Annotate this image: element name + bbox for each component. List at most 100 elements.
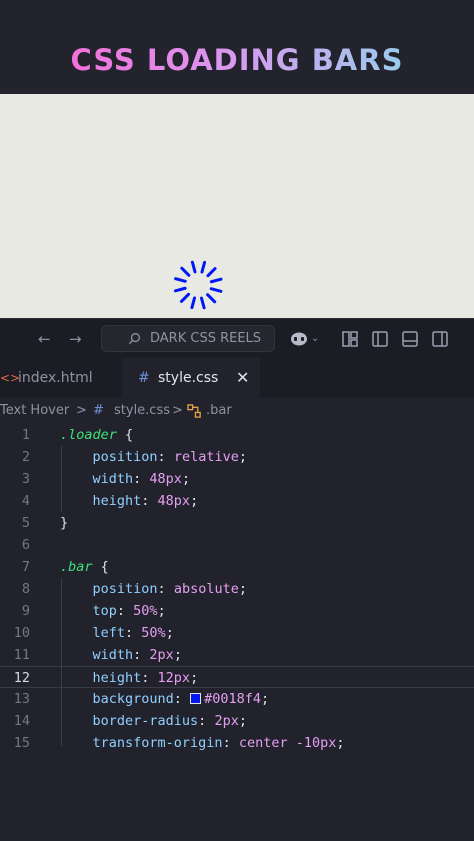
breadcrumb-separator: > (76, 403, 87, 418)
code-line[interactable]: 14 border-radius: 2px; (0, 710, 474, 732)
tab-index-html[interactable]: <> index.html (0, 358, 122, 398)
code-token: #0018f4 (204, 691, 261, 707)
code-token: : (222, 735, 239, 751)
code-text: left: 50%; (60, 622, 174, 644)
code-line[interactable]: 6 (0, 534, 474, 556)
line-number: 2 (21, 449, 30, 465)
code-text: .loader { (60, 424, 133, 446)
spinner-bar (209, 277, 223, 284)
code-token: ; (238, 581, 247, 597)
code-token: width (60, 471, 134, 487)
code-token: : (173, 691, 191, 707)
code-token: : (116, 603, 134, 619)
code-token: top (60, 603, 117, 619)
code-token: position (60, 449, 158, 465)
code-line[interactable]: 15 transform-origin: center -10px; (0, 732, 474, 754)
code-text: height: 12px; (60, 667, 199, 689)
breadcrumb-separator: > (172, 403, 183, 418)
code-line[interactable]: 10 left: 50%; (0, 622, 474, 644)
code-text: height: 48px; (60, 490, 199, 512)
line-number: 7 (21, 559, 30, 575)
code-token: ; (173, 647, 182, 663)
tab-bar: <> index.html # style.css ✕ (0, 358, 474, 398)
code-token: 2px (214, 713, 239, 729)
code-token: height (60, 493, 142, 509)
search-icon (128, 333, 140, 345)
code-token: : (125, 625, 142, 641)
command-search-box[interactable]: DARK CSS REELS (101, 325, 275, 352)
code-line[interactable]: 9 top: 50%; (0, 600, 474, 622)
code-text: } (60, 512, 68, 534)
code-text: transform-origin: center -10px; (60, 732, 345, 754)
code-token: relative (173, 449, 239, 465)
code-line[interactable]: 4 height: 48px; (0, 490, 474, 512)
toggle-sidebar-icon[interactable] (372, 331, 388, 347)
code-line[interactable]: 8 position: absolute; (0, 578, 474, 600)
breadcrumb-item[interactable]: style.css (114, 398, 170, 424)
code-token: { (92, 559, 109, 575)
code-line[interactable]: 3 width: 48px; (0, 468, 474, 490)
hash-icon: # (138, 370, 150, 386)
line-number: 4 (21, 493, 30, 509)
chevron-down-icon[interactable]: ⌄ (311, 319, 319, 359)
code-text: .bar { (60, 556, 109, 578)
toggle-secondary-sidebar-icon[interactable] (432, 331, 448, 347)
code-token: ; (165, 625, 174, 641)
code-text: width: 48px; (60, 468, 191, 490)
code-text: border-radius: 2px; (60, 710, 247, 732)
code-token: left (60, 625, 126, 641)
breadcrumb-item[interactable]: Text Hover (0, 398, 69, 424)
code-text: background: #0018f4; (60, 688, 270, 710)
code-token: : (141, 670, 158, 686)
code-token: ; (190, 670, 199, 686)
code-token: ; (181, 471, 191, 487)
code-token: background (60, 691, 174, 707)
code-token: absolute (173, 581, 239, 597)
line-number: 10 (13, 625, 30, 641)
search-text: DARK CSS REELS (150, 331, 262, 346)
code-token: 50% (133, 603, 158, 619)
line-number: 11 (13, 647, 30, 663)
code-token: position (60, 581, 158, 597)
code-token: ; (157, 603, 166, 619)
line-number: 15 (13, 735, 30, 751)
line-number: 6 (21, 537, 30, 553)
toggle-panel-icon[interactable] (402, 331, 418, 347)
tab-style-css[interactable]: # style.css ✕ (122, 358, 260, 398)
code-token: 12px (157, 670, 191, 686)
spinner-bar (190, 296, 197, 310)
line-number: 14 (13, 713, 30, 729)
close-icon[interactable]: ✕ (236, 358, 249, 398)
code-line[interactable]: 2 position: relative; (0, 446, 474, 468)
line-number: 12 (13, 670, 30, 686)
code-editor[interactable]: 1 .loader {2 position: relative; 3 width: … (0, 424, 474, 841)
code-token: height (60, 670, 142, 686)
spinner-bar (179, 266, 191, 278)
breadcrumb-item[interactable]: .bar (206, 398, 232, 424)
spinner-bar (190, 260, 197, 274)
arrow-right-icon[interactable]: → (69, 319, 82, 359)
layout-grid-icon[interactable] (342, 331, 358, 347)
spinner-bar (173, 286, 187, 293)
code-token: ; (260, 691, 270, 707)
code-line[interactable]: 11 width: 2px; (0, 644, 474, 666)
code-line[interactable]: 12 height: 12px; (0, 666, 474, 688)
line-number: 1 (21, 427, 30, 443)
code-line[interactable]: 13 background: #0018f4; (0, 688, 474, 710)
title-banner: CSS LOADING BARS (0, 0, 474, 94)
line-number: 13 (13, 691, 30, 707)
code-line[interactable]: 7 .bar { (0, 556, 474, 578)
copilot-icon[interactable] (289, 331, 309, 347)
code-text: width: 2px; (60, 644, 182, 666)
preview-pane (0, 94, 474, 318)
code-token: : (198, 713, 215, 729)
breadcrumb: Text Hover > # style.css > .bar (0, 398, 474, 424)
code-token: .loader (60, 427, 117, 443)
code-line[interactable]: 5} (0, 512, 474, 534)
code-line[interactable]: 1 .loader { (0, 424, 474, 446)
code-token: border-radius (60, 713, 199, 729)
symbol-class-icon (187, 404, 201, 418)
tab-label: index.html (18, 370, 93, 386)
arrow-left-icon[interactable]: ← (38, 319, 51, 359)
color-swatch[interactable] (190, 693, 202, 704)
